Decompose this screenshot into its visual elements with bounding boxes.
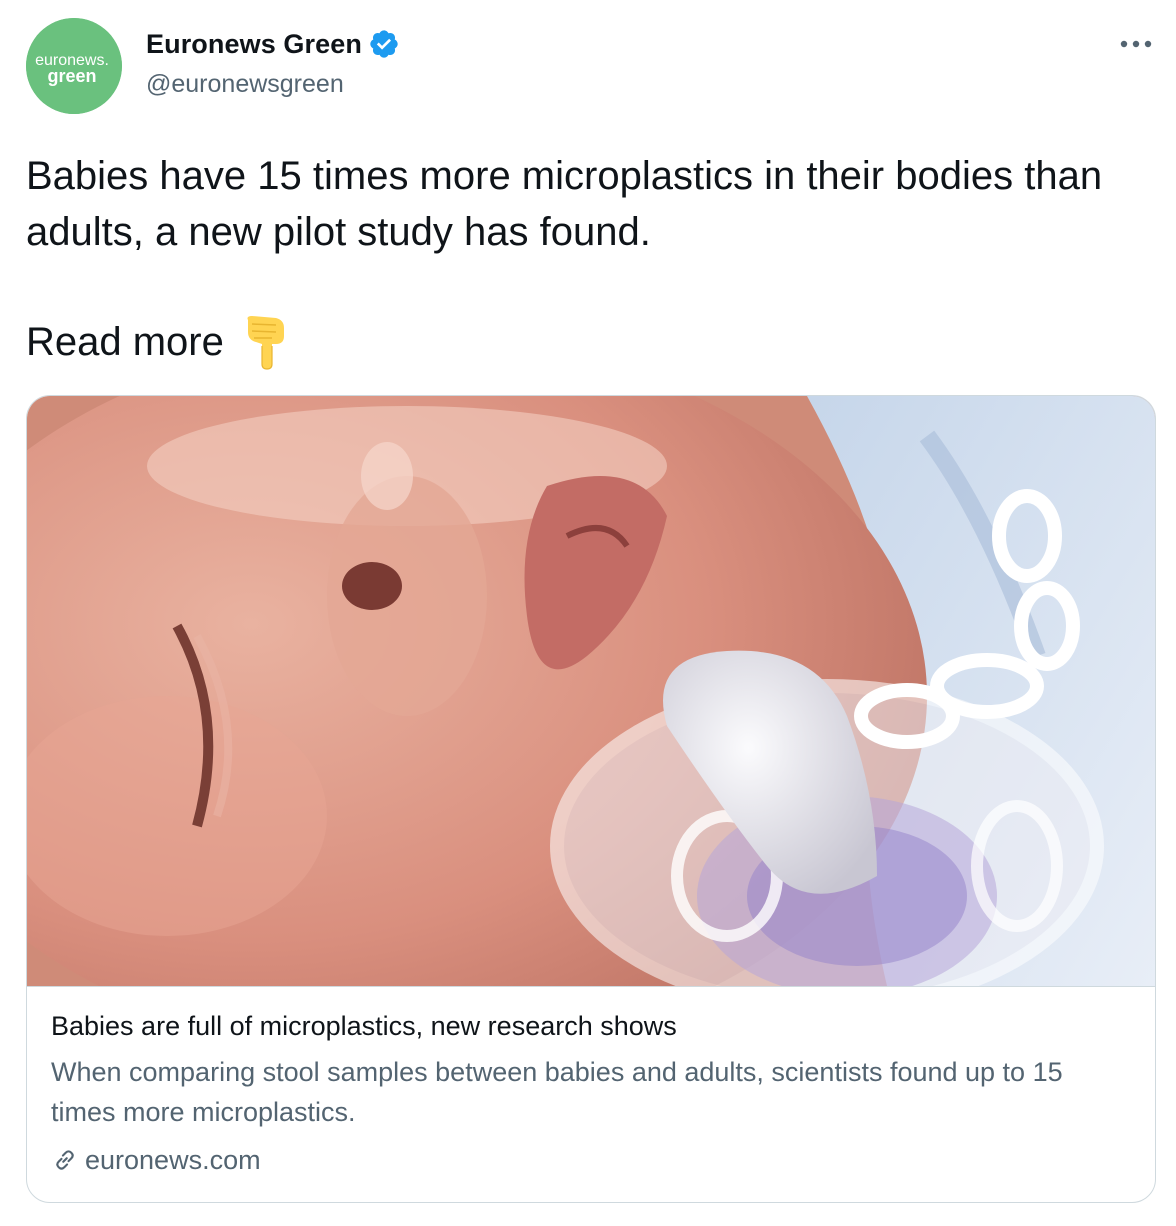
backhand-index-pointing-down-icon xyxy=(242,314,292,370)
avatar[interactable]: euronews. green xyxy=(26,18,122,114)
author-info: Euronews Green @euronewsgreen xyxy=(146,26,400,99)
link-card[interactable]: Babies are full of microplastics, new re… xyxy=(26,395,1156,1203)
card-domain-row: euronews.com xyxy=(51,1142,1131,1178)
display-name-row: Euronews Green xyxy=(146,26,400,62)
card-body: Babies are full of microplastics, new re… xyxy=(51,1008,1131,1178)
card-title[interactable]: Babies are full of microplastics, new re… xyxy=(51,1008,1131,1044)
tweet-text: Babies have 15 times more microplastics … xyxy=(26,154,1103,254)
avatar-logo-bottom: green xyxy=(47,66,96,86)
read-more-text: Read more xyxy=(26,319,224,364)
handle[interactable]: @euronewsgreen xyxy=(146,70,400,99)
read-more-row: Read more xyxy=(26,312,292,372)
card-description: When comparing stool samples between bab… xyxy=(51,1057,1063,1127)
card-domain: euronews.com xyxy=(85,1144,261,1175)
baby-with-pacifier-image[interactable] xyxy=(27,396,1155,987)
link-icon xyxy=(51,1146,79,1174)
tweet[interactable]: euronews. green Euronews Green @euronews… xyxy=(0,0,1176,1226)
euronews-green-logo: euronews. green xyxy=(26,18,122,114)
more-options-icon[interactable] xyxy=(1116,34,1156,54)
tweet-header: euronews. green Euronews Green @euronews… xyxy=(26,18,1156,114)
verified-badge-icon xyxy=(368,28,400,60)
display-name[interactable]: Euronews Green xyxy=(146,29,362,60)
